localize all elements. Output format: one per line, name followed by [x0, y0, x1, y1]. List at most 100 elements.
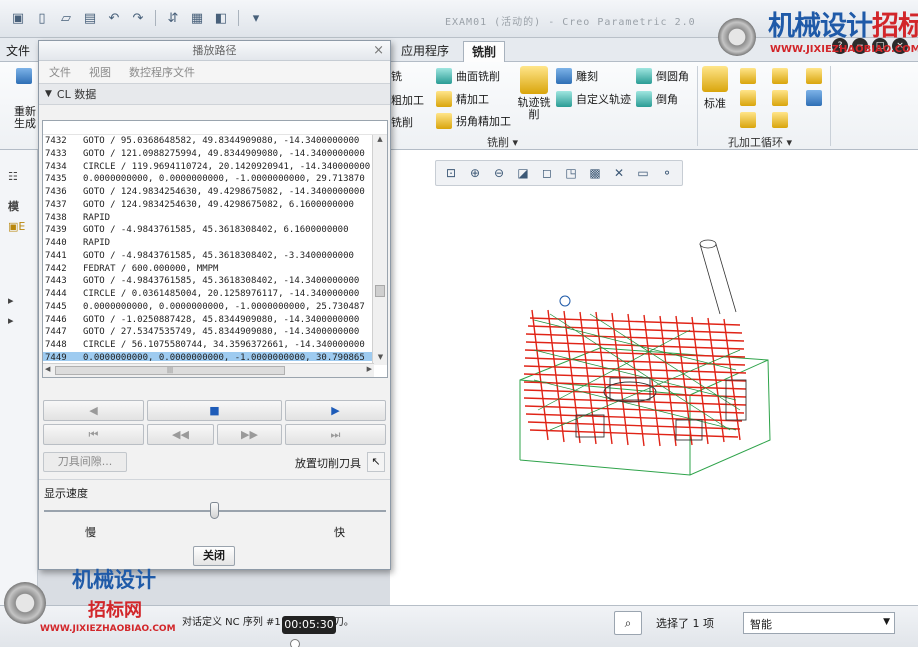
scroll-thumb-horizontal[interactable]: ||| — [55, 366, 285, 375]
corner-finish-button[interactable]: 拐角精加工 — [436, 113, 511, 129]
cl-row[interactable]: 7444 CIRCLE / 0.0361485004, 20.1258976117… — [43, 288, 373, 301]
cl-data-section-header[interactable]: ▼ CL 数据 — [39, 83, 390, 105]
hole-cycle-button-5[interactable] — [772, 90, 788, 106]
profile-mill-button[interactable]: 铣削 — [391, 114, 413, 130]
cl-row[interactable]: 7438 RAPID — [43, 212, 373, 225]
group-label-hole[interactable]: 孔加工循环 ▾ — [728, 134, 792, 150]
cl-row[interactable]: 7446 GOTO / -1.0250887428, 45.8344909080,… — [43, 314, 373, 327]
rough-button[interactable]: 粗加工 — [391, 92, 424, 108]
trajectory-mill-button[interactable]: 轨迹铣削 — [515, 66, 553, 121]
close-icon[interactable]: × — [373, 41, 384, 61]
speed-slider-thumb[interactable] — [210, 502, 219, 519]
play-backward-button[interactable]: ◀ — [43, 400, 144, 421]
scroll-down-icon[interactable]: ▼ — [373, 353, 387, 365]
tab-applications[interactable]: 应用程序 — [393, 41, 457, 62]
play-forward-button[interactable]: ▶ — [285, 400, 386, 421]
cl-row[interactable]: 7437 GOTO / 124.9834254630, 49.4298675082… — [43, 199, 373, 212]
repaint-icon[interactable]: ◪ — [512, 163, 534, 183]
hole-cycle-button-2[interactable] — [772, 68, 788, 84]
expand-icon[interactable]: ▸ — [8, 294, 14, 307]
stop-button[interactable]: ■ — [147, 400, 282, 421]
go-to-start-button[interactable]: ⏮ — [43, 424, 144, 445]
open-folder-icon[interactable]: ▱ — [56, 8, 76, 28]
cl-row[interactable]: 7448 CIRCLE / 56.1075580744, 34.359637266… — [43, 339, 373, 352]
save-icon[interactable]: ▤ — [80, 8, 100, 28]
regenerate-button[interactable]: 重新生成 — [14, 106, 38, 130]
cl-row[interactable]: 7435 0.0000000000, 0.0000000000, -1.00000… — [43, 173, 373, 186]
scroll-thumb[interactable] — [375, 285, 385, 297]
cl-row[interactable]: 7439 GOTO / -4.9843761585, 45.3618308402,… — [43, 224, 373, 237]
round-corner-button[interactable]: 倒圆角 — [636, 68, 689, 84]
scroll-left-icon[interactable]: ◀ — [45, 365, 50, 373]
cl-row[interactable]: 7442 FEDRAT / 600.000000, MMPM — [43, 263, 373, 276]
cl-row[interactable]: 7443 GOTO / -4.9843761585, 45.3618308402,… — [43, 275, 373, 288]
gear-icon — [718, 18, 756, 56]
cl-data-panel: 7432 GOTO / 95.0368648582, 49.8344909080,… — [42, 120, 388, 378]
horizontal-scrollbar[interactable]: ◀ ||| ▶ — [43, 363, 374, 377]
datum-display-icon[interactable]: ✕ — [608, 163, 630, 183]
scroll-up-icon[interactable]: ▲ — [373, 135, 387, 147]
regenerate-icon[interactable]: ⇵ — [163, 8, 183, 28]
customize-toolbar-icon[interactable]: ▾ — [246, 8, 266, 28]
menu-file[interactable]: 文件 — [49, 64, 71, 80]
surface-mill-button[interactable]: 曲面铣削 — [436, 68, 500, 84]
menu-nc-file[interactable]: 数控程序文件 — [129, 64, 195, 80]
zoom-out-icon[interactable]: ⊖ — [488, 163, 510, 183]
cl-row[interactable]: 7445 0.0000000000, 0.0000000000, -1.00000… — [43, 301, 373, 314]
hole-cycle-button-3[interactable] — [806, 68, 822, 84]
face-mill-button[interactable]: 铣 — [391, 68, 402, 84]
hole-cycle-icon — [806, 90, 822, 106]
cl-row[interactable]: 7434 CIRCLE / 119.9694110724, 20.14209209… — [43, 161, 373, 174]
video-scrub-handle[interactable] — [290, 639, 300, 647]
app-icon[interactable]: ▣ — [8, 8, 28, 28]
group-label-mill[interactable]: 铣削 ▾ — [487, 134, 518, 150]
zoom-in-icon[interactable]: ⊕ — [464, 163, 486, 183]
tab-file[interactable]: 文件 — [6, 42, 30, 59]
selection-filter-dropdown[interactable]: 智能 ▼ — [743, 612, 895, 634]
regen-tool[interactable] — [16, 68, 32, 84]
redo-icon[interactable]: ↷ — [128, 8, 148, 28]
hole-cycle-button-1[interactable] — [740, 68, 756, 84]
dialog-title-bar[interactable]: 播放路径 × — [39, 41, 390, 61]
tool-clearance-button[interactable]: 刀具间隙... — [43, 452, 127, 472]
chamfer-button[interactable]: 倒角 — [636, 91, 678, 107]
undo-icon[interactable]: ↶ — [104, 8, 124, 28]
new-file-icon[interactable]: ▯ — [32, 8, 52, 28]
refit-icon[interactable]: ⊡ — [440, 163, 462, 183]
annotation-icon[interactable]: ▭ — [632, 163, 654, 183]
hole-cycle-button-4[interactable] — [740, 90, 756, 106]
tab-milling[interactable]: 铣削 — [463, 41, 506, 62]
cl-data-list[interactable]: 7432 GOTO / 95.0368648582, 49.8344909080,… — [43, 135, 373, 361]
scroll-right-icon[interactable]: ▶ — [367, 365, 372, 373]
cl-row[interactable]: 7447 GOTO / 27.5347535749, 45.8344909080,… — [43, 326, 373, 339]
windows-icon[interactable]: ▦ — [187, 8, 207, 28]
cl-row[interactable]: 7436 GOTO / 124.9834254630, 49.4298675082… — [43, 186, 373, 199]
hole-cycle-button-8[interactable] — [772, 112, 788, 128]
search-tool-icon[interactable]: ⌕ — [614, 611, 642, 635]
close-window-icon[interactable]: ◧ — [211, 8, 231, 28]
go-to-end-button[interactable]: ⏭ — [285, 424, 386, 445]
step-backward-button[interactable]: ◀◀ — [147, 424, 214, 445]
tree-filter-icon[interactable]: ☷ — [8, 170, 18, 183]
custom-trajectory-button[interactable]: 自定义轨迹 — [556, 91, 631, 107]
cl-row[interactable]: 7433 GOTO / 121.0988275994, 49.8344909080… — [43, 148, 373, 161]
cl-row[interactable]: 7449 0.0000000000, 0.0000000000, -1.00000… — [43, 351, 373, 361]
menu-view[interactable]: 视图 — [89, 64, 111, 80]
cl-row[interactable]: 7440 RAPID — [43, 237, 373, 250]
engrave-button[interactable]: 雕刻 — [556, 68, 598, 84]
tree-item-root[interactable]: ▣E — [8, 220, 25, 233]
hole-cycle-button-7[interactable] — [740, 112, 756, 128]
standard-drill-button[interactable]: 标准 — [702, 66, 728, 111]
saved-views-icon[interactable]: ◳ — [560, 163, 582, 183]
cl-row[interactable]: 7441 GOTO / -4.9843761585, 45.3618308402,… — [43, 250, 373, 263]
finish-button[interactable]: 精加工 — [436, 91, 489, 107]
step-forward-button[interactable]: ▶▶ — [217, 424, 282, 445]
vertical-scrollbar[interactable]: ▲ ▼ — [372, 135, 387, 365]
spin-center-icon[interactable]: ⚬ — [656, 163, 678, 183]
expand-icon[interactable]: ▸ — [8, 314, 14, 327]
view-manager-icon[interactable]: ▩ — [584, 163, 606, 183]
display-style-icon[interactable]: ◻ — [536, 163, 558, 183]
pointer-icon[interactable]: ↖ — [367, 452, 385, 472]
hole-cycle-button-6[interactable] — [806, 90, 822, 106]
cl-row[interactable]: 7432 GOTO / 95.0368648582, 49.8344909080,… — [43, 135, 373, 148]
